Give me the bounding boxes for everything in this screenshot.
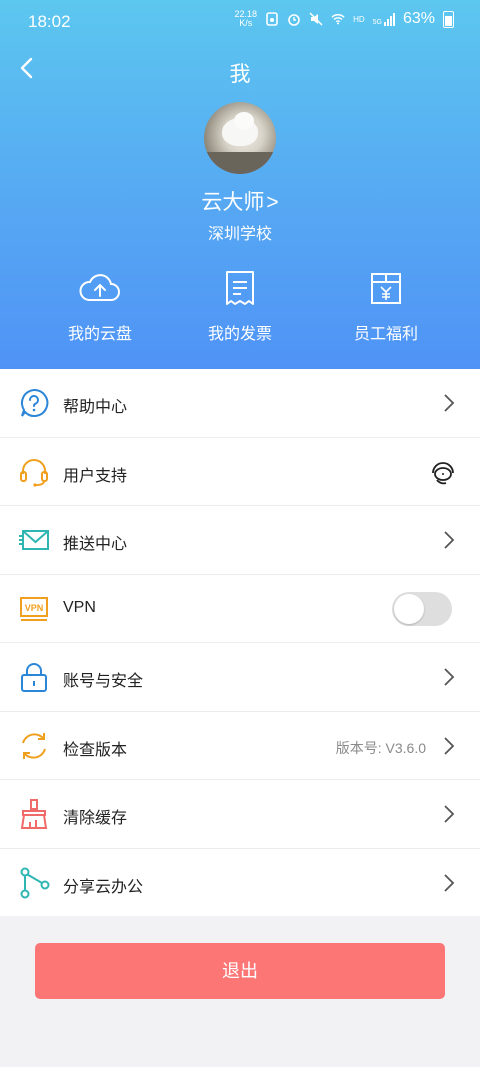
chevron-right-icon: >	[266, 191, 279, 214]
refresh-icon	[22, 732, 46, 759]
vpn-badge-icon: VPN	[20, 596, 48, 621]
status-time: 18:02	[28, 12, 71, 31]
alarm-icon	[288, 14, 300, 26]
cloud-upload-icon	[79, 274, 120, 301]
lock-icon	[21, 663, 47, 692]
quick-action-label: 我的发票	[207, 326, 272, 343]
employee-benefits-button[interactable]: 员工福利	[306, 270, 466, 344]
app-notification-icon	[266, 12, 278, 26]
envelope-icon	[19, 530, 49, 550]
username: 云大师	[201, 191, 265, 214]
profile-header: 18:02 22.18 K/s HD 5G 63% 我 云大师> 深圳学校 我的…	[0, 0, 480, 369]
battery-percent: 63%	[402, 10, 435, 27]
chevron-right-icon	[444, 873, 455, 892]
chevron-right-icon	[444, 736, 455, 755]
page-title: 我	[229, 63, 251, 86]
logout-button[interactable]: 退出	[35, 943, 445, 999]
menu-label: 用户支持	[63, 467, 128, 485]
menu-push-center[interactable]: 推送中心	[0, 506, 480, 575]
my-invoice-button[interactable]: 我的发票	[160, 270, 320, 344]
vpn-toggle[interactable]	[392, 591, 452, 626]
my-cloud-disk-button[interactable]: 我的云盘	[20, 270, 180, 344]
menu-check-version[interactable]: 检查版本 版本号: V3.6.0	[0, 712, 480, 780]
broom-icon	[20, 799, 48, 829]
gift-box-icon	[371, 273, 401, 304]
menu-label: 检查版本	[63, 741, 128, 759]
menu-help-center[interactable]: 帮助中心	[0, 369, 480, 438]
menu-user-support[interactable]: 用户支持	[0, 438, 480, 506]
username-link[interactable]: 云大师>	[0, 186, 480, 216]
menu-label: 账号与安全	[63, 673, 144, 690]
school-name: 深圳学校	[207, 226, 272, 243]
chevron-right-icon	[444, 531, 455, 549]
menu-share[interactable]: 分享云办公	[0, 849, 480, 917]
chevron-right-icon	[444, 394, 455, 412]
settings-list: 帮助中心 用户支持 推送中心 VPN VPN 账号与安全 检查版本 版本号: V…	[0, 369, 480, 916]
quick-action-label: 我的云盘	[67, 326, 132, 343]
menu-label: 推送中心	[63, 536, 128, 553]
menu-account-security[interactable]: 账号与安全	[0, 643, 480, 712]
avatar[interactable]	[204, 102, 276, 174]
mute-icon	[309, 12, 323, 26]
version-number: 版本号: V3.6.0	[335, 739, 426, 756]
net-speed: 22.18 K/s	[234, 9, 258, 28]
hd-indicator: HD	[353, 14, 365, 24]
menu-label: 帮助中心	[63, 399, 128, 416]
menu-label: 分享云办公	[63, 878, 144, 896]
menu-label: 清除缓存	[63, 810, 128, 827]
question-bubble-icon	[21, 388, 49, 417]
signal-icon: 5G	[373, 12, 395, 26]
share-nodes-icon	[20, 867, 50, 898]
menu-clear-cache[interactable]: 清除缓存	[0, 780, 480, 849]
battery-icon	[443, 10, 454, 28]
chevron-right-icon	[444, 805, 455, 823]
svg-text:VPN: VPN	[25, 603, 44, 613]
status-bar: 18:02 22.18 K/s HD 5G 63%	[0, 0, 480, 44]
customer-service-icon[interactable]	[428, 457, 458, 487]
toggle-knob	[394, 593, 424, 624]
chevron-right-icon	[444, 668, 455, 686]
receipt-icon	[226, 271, 254, 305]
quick-action-label: 员工福利	[353, 326, 418, 343]
headset-icon	[20, 458, 48, 487]
menu-label: VPN	[63, 598, 96, 616]
wifi-icon	[331, 14, 345, 25]
menu-vpn: VPN VPN	[0, 575, 480, 643]
